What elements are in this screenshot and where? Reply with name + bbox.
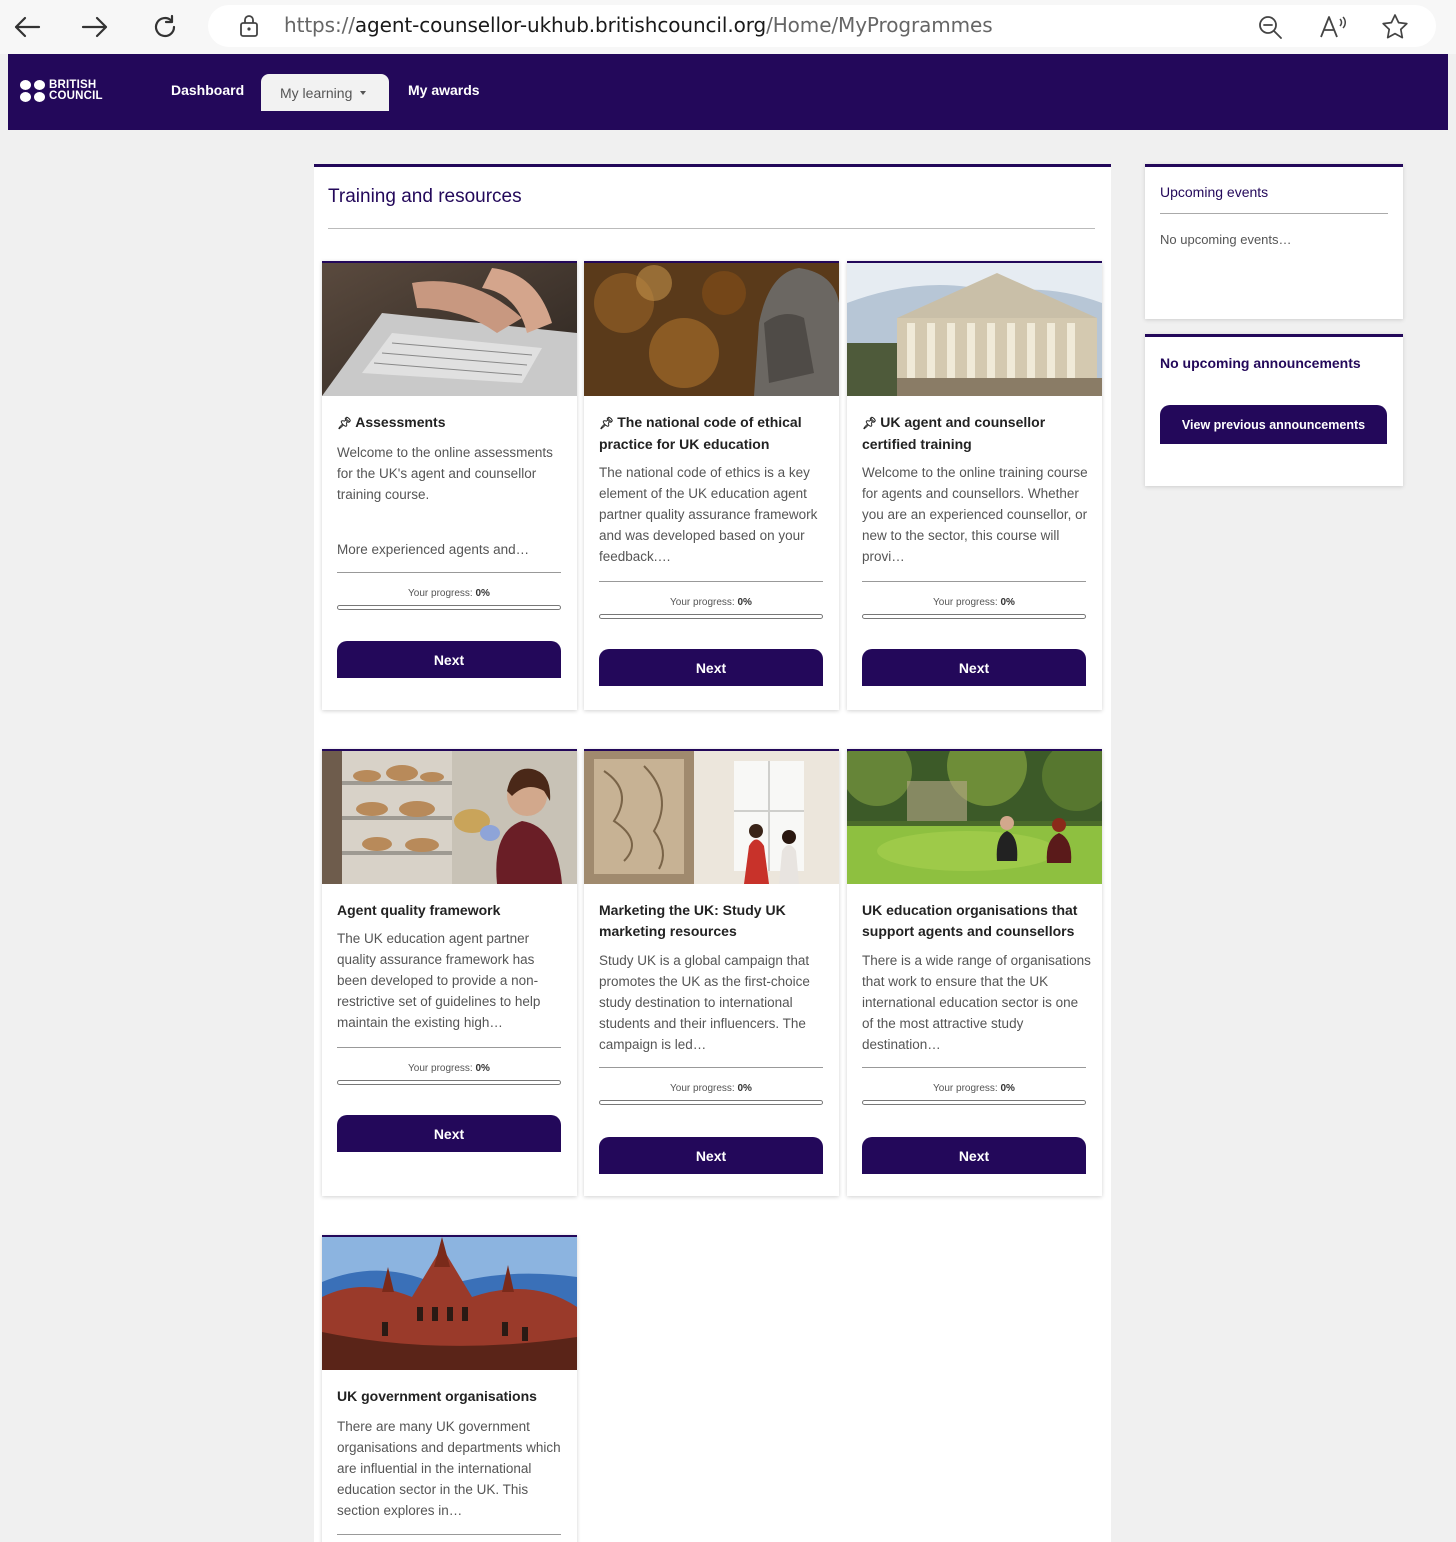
logo-line2: COUNCIL <box>49 90 103 102</box>
next-button[interactable]: Next <box>599 649 823 686</box>
progress-label: Your progress: 0% <box>933 1083 1015 1094</box>
course-card-agent-quality-framework[interactable]: Agent quality framework The UK education… <box>322 749 577 1196</box>
url-path: /Home/MyProgrammes <box>766 13 993 37</box>
widget-divider <box>1160 213 1388 214</box>
card-divider <box>599 1067 823 1068</box>
card-divider <box>337 572 561 573</box>
card-image-gallery <box>584 751 839 884</box>
upcoming-events-widget: Upcoming events No upcoming events… <box>1145 164 1403 319</box>
card-image-laptop <box>322 263 577 396</box>
refresh-icon[interactable] <box>148 10 182 44</box>
card-description-continued: More experienced agents and… <box>337 542 530 557</box>
next-button[interactable]: Next <box>862 1137 1086 1174</box>
card-image-museum-archive <box>322 751 577 884</box>
card-image-university-portico <box>847 263 1102 396</box>
card-divider <box>862 1067 1086 1068</box>
training-resources-panel: Training and resources 📌︎ Assessments Wel… <box>314 164 1111 1542</box>
logo-dots-icon <box>20 80 46 102</box>
read-aloud-icon[interactable] <box>1316 10 1350 44</box>
progress-value: 0% <box>1000 597 1015 608</box>
card-divider <box>862 581 1086 582</box>
page-title: Training and resources <box>328 186 522 207</box>
progress-label: Your progress: 0% <box>670 597 752 608</box>
card-description: The national code of ethics is a key ele… <box>599 465 818 564</box>
progress-bar <box>337 605 561 610</box>
card-title[interactable]: Agent quality framework <box>337 900 565 921</box>
title-divider <box>328 228 1095 229</box>
progress-label: Your progress: 0% <box>408 588 490 599</box>
announcements-widget: No upcoming announcements View previous … <box>1145 334 1403 486</box>
progress-bar <box>599 1100 823 1105</box>
card-description: There is a wide range of organisations t… <box>862 953 1091 1052</box>
url-text[interactable]: https://agent-counsellor-ukhub.britishco… <box>284 13 993 37</box>
pin-icon: 📌︎ <box>337 416 353 430</box>
progress-value: 0% <box>1000 1083 1015 1094</box>
next-button[interactable]: Next <box>337 1115 561 1152</box>
nav-my-awards[interactable]: My awards <box>408 82 480 98</box>
progress-bar <box>337 1080 561 1085</box>
card-title[interactable]: Marketing the UK: Study UK marketing res… <box>599 900 827 942</box>
nav-my-learning[interactable]: My learning <box>261 74 389 111</box>
progress-value: 0% <box>475 1063 490 1074</box>
progress-label: Your progress: 0% <box>670 1083 752 1094</box>
progress-value: 0% <box>737 1083 752 1094</box>
card-title[interactable]: 📌︎ The national code of ethical practice … <box>599 412 827 455</box>
url-prefix: https:// <box>284 13 355 37</box>
card-title[interactable]: 📌︎ Assessments <box>337 412 565 434</box>
favorite-star-icon[interactable] <box>1378 10 1412 44</box>
card-title[interactable]: UK government organisations <box>337 1386 565 1407</box>
course-card-uk-education-organisations[interactable]: UK education organisations that support … <box>847 749 1102 1196</box>
next-button[interactable]: Next <box>337 641 561 678</box>
forward-arrow-icon[interactable] <box>78 10 112 44</box>
upcoming-events-title: Upcoming events <box>1160 184 1269 200</box>
announcements-title: No upcoming announcements <box>1160 355 1361 371</box>
progress-label: Your progress: 0% <box>933 597 1015 608</box>
no-events-text: No upcoming events… <box>1160 232 1292 247</box>
back-arrow-icon[interactable] <box>10 10 44 44</box>
progress-value: 0% <box>737 597 752 608</box>
pin-icon: 📌︎ <box>599 416 615 430</box>
card-description: The UK education agent partner quality a… <box>337 931 541 1030</box>
view-previous-announcements-button[interactable]: View previous announcements <box>1160 405 1387 444</box>
progress-bar <box>862 614 1086 619</box>
next-button[interactable]: Next <box>862 649 1086 686</box>
nav-dashboard[interactable]: Dashboard <box>171 82 244 98</box>
course-card-assessments[interactable]: 📌︎ Assessments Welcome to the online asse… <box>322 261 577 710</box>
card-image-campus-lawn <box>847 751 1102 884</box>
course-card-code-of-ethics[interactable]: 📌︎ The national code of ethical practice … <box>584 261 839 710</box>
course-card-uk-government-organisations[interactable]: UK government organisations There are ma… <box>322 1235 577 1542</box>
lock-icon[interactable] <box>236 12 262 40</box>
progress-bar <box>862 1100 1086 1105</box>
progress-label: Your progress: 0% <box>408 1063 490 1074</box>
card-description: Welcome to the online assessments for th… <box>337 445 553 502</box>
card-image-statue <box>584 263 839 396</box>
zoom-out-icon[interactable] <box>1253 10 1287 44</box>
course-card-marketing-uk[interactable]: Marketing the UK: Study UK marketing res… <box>584 749 839 1196</box>
browser-toolbar: https://agent-counsellor-ukhub.britishco… <box>0 0 1456 54</box>
site-header: BRITISH COUNCIL Dashboard My learning My… <box>8 54 1448 130</box>
card-image-gothic-building <box>322 1237 577 1370</box>
caret-down-icon <box>360 90 367 95</box>
next-button[interactable]: Next <box>599 1137 823 1174</box>
progress-value: 0% <box>475 588 490 599</box>
card-title[interactable]: UK education organisations that support … <box>862 900 1090 942</box>
card-divider <box>337 1534 561 1535</box>
url-host: agent-counsellor-ukhub.britishcouncil.or… <box>354 13 767 37</box>
card-divider <box>599 581 823 582</box>
card-divider <box>337 1047 561 1048</box>
card-description: Welcome to the online training course fo… <box>862 465 1088 564</box>
card-description: There are many UK government organisatio… <box>337 1419 561 1518</box>
british-council-logo[interactable]: BRITISH COUNCIL <box>20 79 103 102</box>
nav-my-learning-label: My learning <box>280 84 353 101</box>
course-card-certified-training[interactable]: 📌︎ UK agent and counsellor certified trai… <box>847 261 1102 710</box>
card-title[interactable]: 📌︎ UK agent and counsellor certified trai… <box>862 412 1090 455</box>
pin-icon: 📌︎ <box>862 416 878 430</box>
card-description: Study UK is a global campaign that promo… <box>599 953 810 1052</box>
progress-bar <box>599 614 823 619</box>
